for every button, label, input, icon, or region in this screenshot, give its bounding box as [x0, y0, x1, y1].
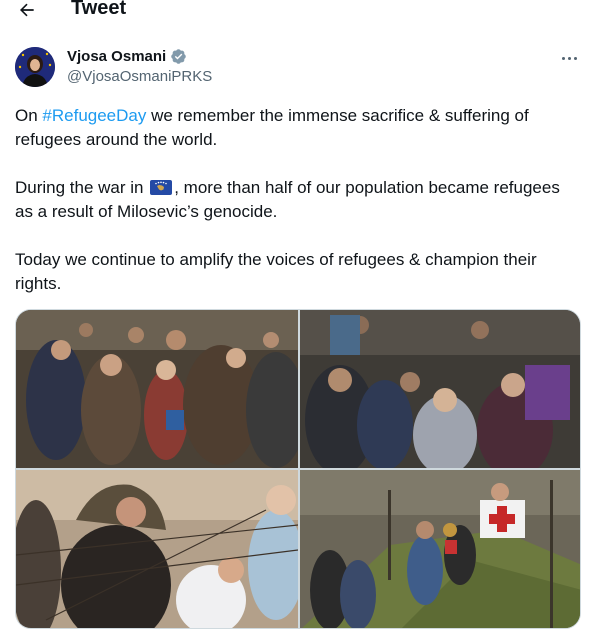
page-title: Tweet: [71, 0, 127, 19]
photo-red-cross[interactable]: [300, 470, 580, 628]
more-options-button[interactable]: [558, 50, 580, 66]
tweet-paragraph: During the war in , more than half of ou…: [15, 178, 560, 221]
photo-barbed-wire[interactable]: [16, 470, 298, 628]
tweet-paragraph: On #RefugeeDay we remember the immense s…: [15, 106, 529, 149]
arrow-left-icon: [20, 3, 34, 17]
more-options-icon: [561, 56, 565, 60]
name-row: Vjosa Osmani: [67, 48, 187, 65]
hashtag-link[interactable]: #RefugeeDay: [42, 106, 146, 125]
photo-refugee-crowd[interactable]: [16, 310, 298, 468]
media-grid: [15, 309, 581, 629]
photo-crying-woman[interactable]: [300, 310, 580, 468]
tweet-author: Vjosa Osmani @VjosaOsmaniPRKS: [15, 44, 580, 90]
back-button[interactable]: [14, 0, 40, 22]
verified-badge-icon: [171, 49, 186, 64]
avatar[interactable]: [15, 47, 55, 87]
kosovo-flag-icon: [150, 180, 173, 195]
tweet-paragraph: Today we continue to amplify the voices …: [15, 250, 537, 293]
tweet-text: On #RefugeeDay we remember the immense s…: [15, 104, 575, 296]
tweet-header: Tweet: [0, 0, 595, 24]
display-name[interactable]: Vjosa Osmani: [67, 48, 166, 65]
user-handle[interactable]: @VjosaOsmaniPRKS: [67, 68, 212, 85]
